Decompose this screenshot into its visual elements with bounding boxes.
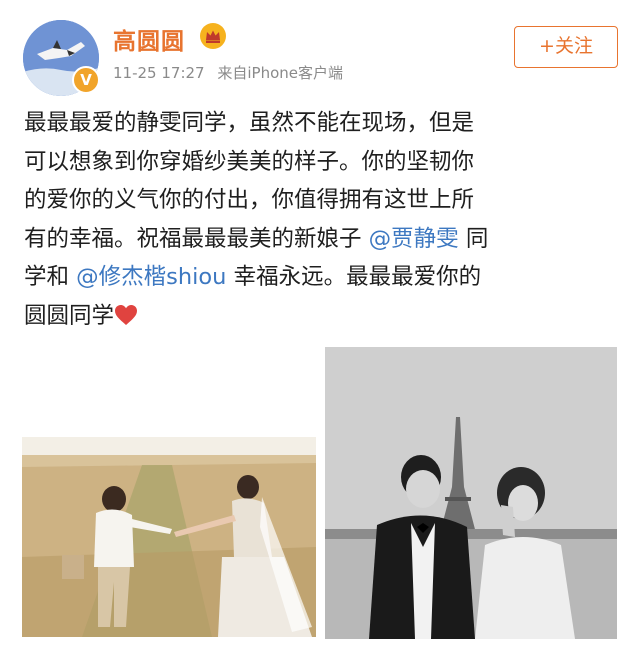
post-line-text: 学和 xyxy=(24,264,77,290)
post-meta: 11-25 17:27 来自iPhone客户端 xyxy=(113,62,351,83)
post-line: 最最最爱的静雯同学，虽然不能在现场，但是 xyxy=(24,110,475,136)
heart-icon xyxy=(114,300,138,339)
post-text: 最最最爱的静雯同学，虽然不能在现场，但是 可以想象到你穿婚纱美美的样子。你的坚韧… xyxy=(24,104,624,338)
follow-button[interactable]: +关注 xyxy=(514,26,618,68)
post-line: 的爱你的义气你的付出，你值得拥有这世上所 xyxy=(24,187,475,213)
post-line: 可以想象到你穿婚纱美美的样子。你的坚韧你 xyxy=(24,148,475,175)
author-name[interactable]: 高圆圆 xyxy=(113,22,185,56)
wedding-photo-paris[interactable] xyxy=(325,347,617,639)
post-header: V 高圆圆 11-25 17:27 来自iPhone客户端 +关注 xyxy=(0,0,640,96)
mention-link[interactable]: @贾静雯 xyxy=(369,226,459,252)
wedding-photo-field[interactable] xyxy=(22,437,316,637)
verified-badge: V xyxy=(72,66,100,94)
post-line-text: 圆圆同学 xyxy=(24,302,115,329)
mention-link[interactable]: @修杰楷shiou xyxy=(76,264,226,290)
post-source: 来自iPhone客户端 xyxy=(217,64,344,82)
post-line-text: 有的幸福。祝福最最最美的新娘子 xyxy=(24,225,369,252)
post-line: 有的幸福。祝福最最最美的新娘子 @贾静雯 同 xyxy=(24,220,624,259)
post-timestamp[interactable]: 11-25 17:27 xyxy=(113,64,205,82)
crown-icon[interactable] xyxy=(200,23,226,49)
post-line-text: 幸福永远。最最最爱你的 xyxy=(226,264,482,290)
post-line: 圆圆同学 xyxy=(24,297,624,339)
post-line: 学和 @修杰楷shiou 幸福永远。最最最爱你的 xyxy=(24,258,624,297)
post-line-text: 同 xyxy=(458,225,489,252)
